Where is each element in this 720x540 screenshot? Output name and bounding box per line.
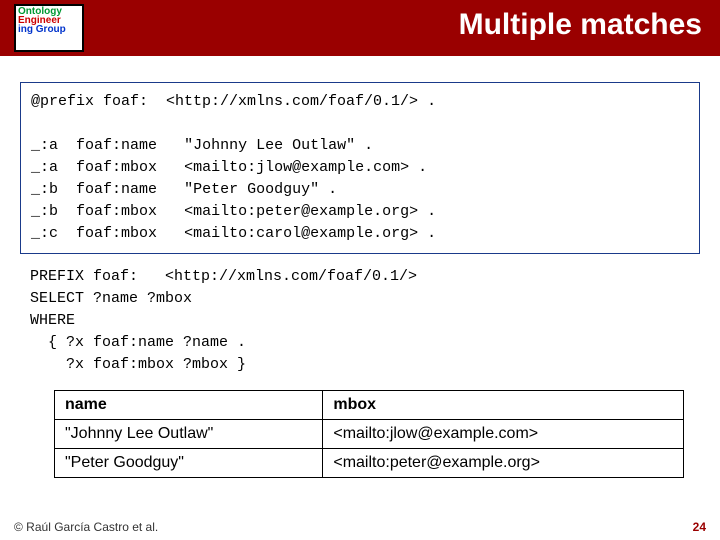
triple: _:a foaf:mbox <mailto:jlow@example.com> …: [31, 159, 427, 176]
prefix-line: @prefix foaf: <http://xmlns.com/foaf/0.1…: [31, 93, 436, 110]
triple: _:b foaf:mbox <mailto:peter@example.org>…: [31, 203, 436, 220]
footer: © Raúl García Castro et al. 24: [14, 520, 706, 534]
sparql-query-block: PREFIX foaf: <http://xmlns.com/foaf/0.1/…: [20, 262, 700, 380]
cell-name: "Johnny Lee Outlaw": [55, 420, 323, 449]
triple: _:b foaf:name "Peter Goodguy" .: [31, 181, 337, 198]
table-header-row: name mbox: [55, 391, 684, 420]
col-header-name: name: [55, 391, 323, 420]
logo-line3: ing Group: [18, 24, 66, 35]
results-table-wrap: name mbox "Johnny Lee Outlaw" <mailto:jl…: [54, 390, 684, 478]
page-number: 24: [693, 520, 706, 534]
table-row: "Johnny Lee Outlaw" <mailto:jlow@example…: [55, 420, 684, 449]
cell-name: "Peter Goodguy": [55, 449, 323, 478]
table-row: "Peter Goodguy" <mailto:peter@example.or…: [55, 449, 684, 478]
title-bar: Ontology Engineer ing Group Multiple mat…: [0, 0, 720, 56]
logo: Ontology Engineer ing Group: [14, 4, 84, 52]
query-line: PREFIX foaf: <http://xmlns.com/foaf/0.1/…: [30, 268, 417, 285]
cell-mbox: <mailto:jlow@example.com>: [323, 420, 684, 449]
footer-credit: © Raúl García Castro et al.: [14, 520, 158, 534]
rdf-data-block: @prefix foaf: <http://xmlns.com/foaf/0.1…: [20, 82, 700, 254]
query-line: { ?x foaf:name ?name .: [30, 334, 246, 351]
triple: _:c foaf:mbox <mailto:carol@example.org>…: [31, 225, 436, 242]
query-line: WHERE: [30, 312, 75, 329]
query-line: SELECT ?name ?mbox: [30, 290, 192, 307]
slide-title: Multiple matches: [459, 8, 702, 42]
query-line: ?x foaf:mbox ?mbox }: [30, 356, 246, 373]
col-header-mbox: mbox: [323, 391, 684, 420]
cell-mbox: <mailto:peter@example.org>: [323, 449, 684, 478]
triple: _:a foaf:name "Johnny Lee Outlaw" .: [31, 137, 373, 154]
results-table: name mbox "Johnny Lee Outlaw" <mailto:jl…: [54, 390, 684, 478]
